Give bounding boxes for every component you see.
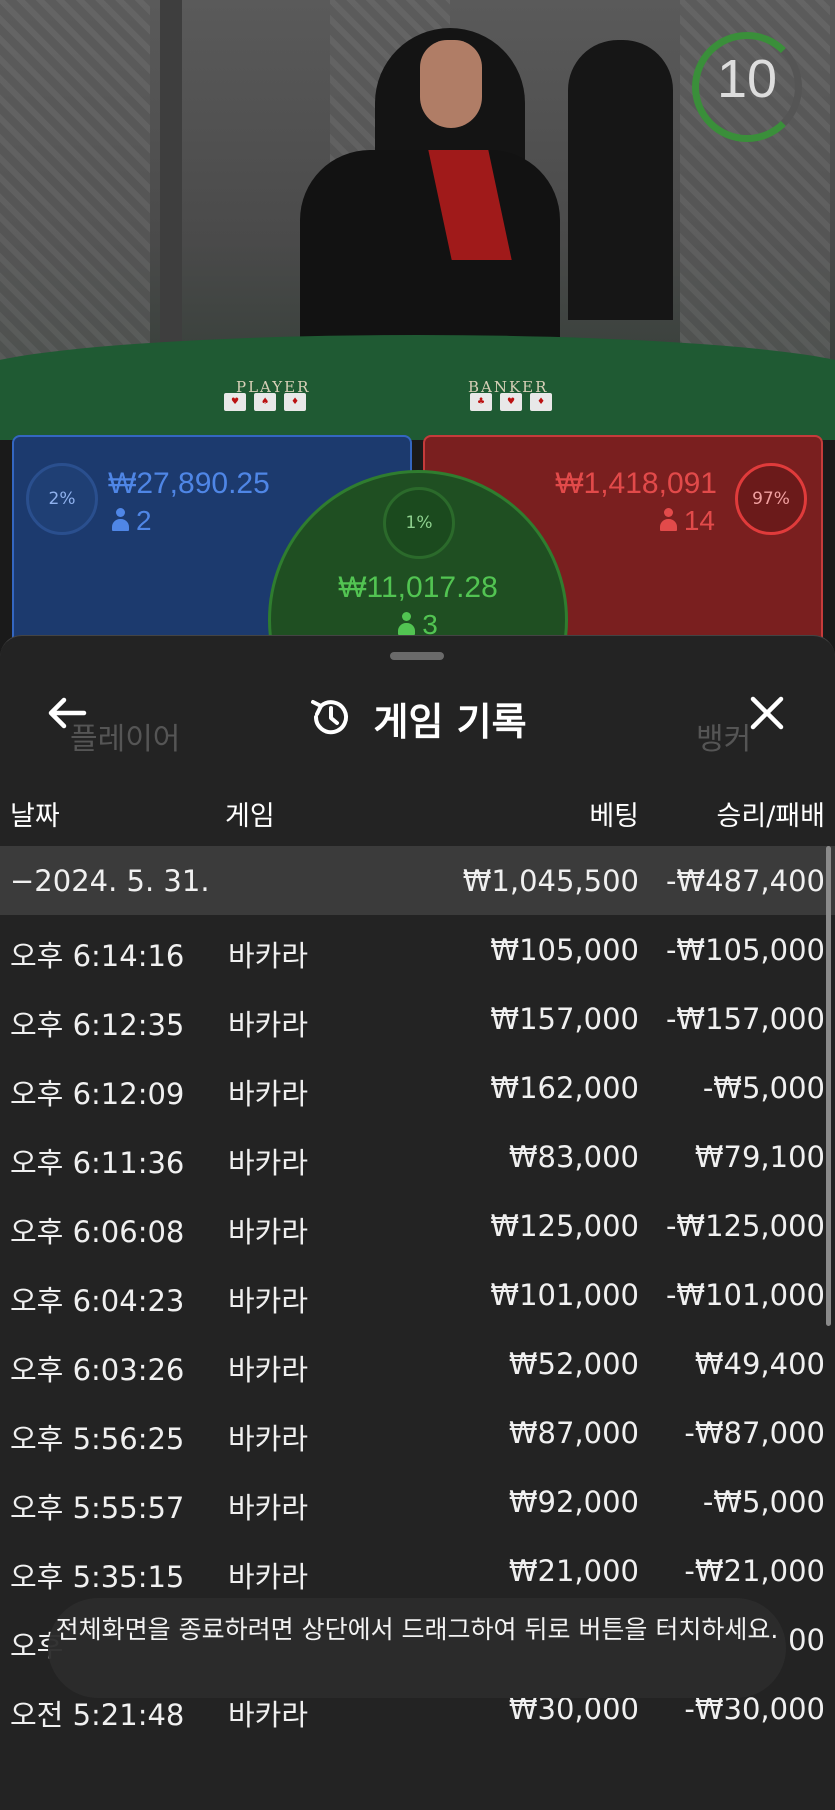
- history-row-game: 바카라: [228, 1215, 309, 1249]
- history-row-time: 오후 6:06:08: [10, 1215, 185, 1249]
- date-group-bet-total: ₩1,045,500: [462, 864, 639, 898]
- history-row-bet: ₩52,000: [508, 1347, 639, 1381]
- player-bet-percent: 2%: [26, 463, 98, 535]
- history-row-game: 바카라: [228, 1353, 309, 1387]
- column-header-game: 게임: [225, 801, 275, 832]
- wall-pillar: [160, 0, 182, 360]
- close-button[interactable]: [740, 686, 794, 740]
- history-row-win-loss: 00: [788, 1623, 825, 1657]
- history-row-bet: ₩92,000: [508, 1485, 639, 1519]
- sheet-drag-handle[interactable]: [390, 652, 444, 660]
- history-row-game: 바카라: [228, 1146, 309, 1180]
- date-group-win-loss-total: -₩487,400: [665, 864, 825, 898]
- banker-card: ♣: [470, 393, 492, 411]
- dealer: [300, 150, 560, 365]
- close-icon: [750, 696, 784, 730]
- player-bet-amount: ₩27,890.25: [108, 467, 270, 500]
- history-row-win-loss: -₩5,000: [702, 1485, 825, 1519]
- history-row-game: 바카라: [228, 1284, 309, 1318]
- history-row-bet: ₩162,000: [490, 1071, 639, 1105]
- history-row-time: 오후 5:55:57: [10, 1491, 185, 1525]
- history-row[interactable]: 오후 6:14:16 바카라 ₩105,000 -₩105,000: [0, 915, 835, 984]
- history-row-win-loss: ₩79,100: [694, 1140, 825, 1174]
- player-card: ♥: [224, 393, 246, 411]
- history-row-game: 바카라: [228, 1008, 309, 1042]
- history-row-win-loss: -₩101,000: [665, 1278, 825, 1312]
- history-row[interactable]: 오후 6:12:35 바카라 ₩157,000 -₩157,000: [0, 984, 835, 1053]
- history-row-bet: ₩157,000: [490, 1002, 639, 1036]
- tie-bet-amount: ₩11,017.28: [338, 571, 498, 604]
- history-row-win-loss: -₩157,000: [665, 1002, 825, 1036]
- dealer-face: [420, 40, 482, 128]
- history-row-time: 오후 6:04:23: [10, 1284, 185, 1318]
- history-row-time: 오후 6:12:09: [10, 1077, 185, 1111]
- history-row-time: 오후 6:03:26: [10, 1353, 185, 1387]
- history-row-win-loss: ₩49,400: [694, 1347, 825, 1381]
- history-row[interactable]: 오후 6:06:08 바카라 ₩125,000 -₩125,000: [0, 1191, 835, 1260]
- history-row-win-loss: -₩105,000: [665, 933, 825, 967]
- wall-decor: [0, 0, 150, 360]
- history-row[interactable]: 오후 6:11:36 바카라 ₩83,000 ₩79,100: [0, 1122, 835, 1191]
- history-row[interactable]: 오후 5:55:57 바카라 ₩92,000 -₩5,000: [0, 1467, 835, 1536]
- history-row-game: 바카라: [228, 939, 309, 973]
- history-row-time: 오후 6:12:35: [10, 1008, 185, 1042]
- player-bettor-count-value: 2: [136, 505, 152, 536]
- history-row[interactable]: 오후 5:56:25 바카라 ₩87,000 -₩87,000: [0, 1398, 835, 1467]
- player-card: ♦: [284, 393, 306, 411]
- history-row-bet: ₩21,000: [508, 1554, 639, 1588]
- column-header-bet: 베팅: [589, 801, 639, 832]
- history-row-time: 오후 5:35:15: [10, 1560, 185, 1594]
- person-icon: [659, 508, 677, 532]
- history-row-game: 바카라: [228, 1077, 309, 1111]
- column-header-win-loss: 승리/패배: [716, 801, 825, 832]
- history-row[interactable]: 오후 6:03:26 바카라 ₩52,000 ₩49,400: [0, 1329, 835, 1398]
- date-group-date: −2024. 5. 31.: [10, 864, 210, 898]
- history-row-game: 바카라: [228, 1698, 309, 1732]
- history-row-time: 오후 5:56:25: [10, 1422, 185, 1456]
- date-group-row[interactable]: −2024. 5. 31. ₩1,045,500 -₩487,400: [0, 846, 835, 915]
- column-header-date: 날짜: [10, 801, 60, 832]
- history-row-time: 오후 6:11:36: [10, 1146, 185, 1180]
- history-row-bet: ₩83,000: [508, 1140, 639, 1174]
- player-card: ♠: [254, 393, 276, 411]
- banker-bet-amount: ₩1,418,091: [555, 467, 717, 500]
- history-row-win-loss: -₩21,000: [684, 1554, 825, 1588]
- history-row-bet: ₩105,000: [490, 933, 639, 967]
- banker-bet-percent: 97%: [735, 463, 807, 535]
- history-row-time: 오전 5:21:48: [10, 1698, 185, 1732]
- history-row[interactable]: 오후 6:12:09 바카라 ₩162,000 -₩5,000: [0, 1053, 835, 1122]
- history-row-game: 바카라: [228, 1560, 309, 1594]
- history-row[interactable]: 오후 6:04:23 바카라 ₩101,000 -₩101,000: [0, 1260, 835, 1329]
- history-row-game: 바카라: [228, 1491, 309, 1525]
- person-icon: [398, 612, 416, 636]
- banker-bettor-count: 14: [659, 505, 715, 537]
- history-icon: [308, 695, 352, 743]
- live-video-feed: PLAYER BANKER ♥ ♠ ♦ ♣ ♥ ♦ 10: [0, 0, 835, 440]
- history-row-time: 오후 6:14:16: [10, 939, 185, 973]
- history-row-bet: ₩101,000: [490, 1278, 639, 1312]
- history-row-bet: ₩125,000: [490, 1209, 639, 1243]
- history-row-win-loss: -₩125,000: [665, 1209, 825, 1243]
- history-row-game: 바카라: [228, 1422, 309, 1456]
- countdown-timer-value: 10: [716, 49, 778, 109]
- background-dealer: [568, 40, 673, 320]
- history-header: 게임 기록: [0, 691, 835, 746]
- banker-card: ♦: [530, 393, 552, 411]
- player-bettor-count: 2: [112, 505, 152, 537]
- history-row-win-loss: -₩87,000: [684, 1416, 825, 1450]
- baccarat-table: [0, 335, 835, 440]
- history-row-win-loss: -₩5,000: [702, 1071, 825, 1105]
- scrollbar[interactable]: [826, 846, 831, 1326]
- person-icon: [112, 508, 129, 532]
- history-row-bet: ₩87,000: [508, 1416, 639, 1450]
- banker-bettor-count-value: 14: [683, 505, 715, 536]
- fullscreen-exit-toast: 전체화면을 종료하려면 상단에서 드래그하여 뒤로 버튼을 터치하세요.: [48, 1598, 786, 1698]
- history-title: 게임 기록: [373, 700, 527, 744]
- tie-bet-percent: 1%: [383, 487, 455, 559]
- banker-card: ♥: [500, 393, 522, 411]
- history-row[interactable]: 오후 5:35:15 바카라 ₩21,000 -₩21,000: [0, 1536, 835, 1605]
